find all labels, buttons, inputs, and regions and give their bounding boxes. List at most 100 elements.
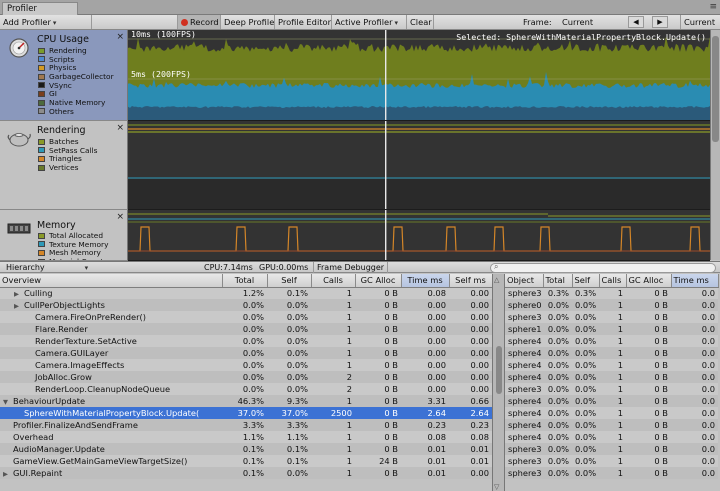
object-row[interactable]: sphere0 0.0% 0.0% 1 0 B 0.0 [505,299,718,311]
hierarchy-row[interactable]: ▶ GUI.Repaint 0.1% 0.0% 1 0 B 0.01 0.00 [0,467,492,479]
self-ms-cell: 0.00 [449,323,492,335]
object-row[interactable]: sphere3 0.0% 0.0% 1 0 B 0.0 [505,383,718,395]
object-row[interactable]: sphere1 0.0% 0.0% 1 0 B 0.0 [505,323,718,335]
object-name-cell: sphere3 [505,455,543,467]
close-icon[interactable]: × [116,32,124,42]
object-row[interactable]: sphere4 0.0% 0.0% 1 0 B 0.0 [505,419,718,431]
hierarchy-row[interactable]: JobAlloc.Grow 0.0% 0.0% 2 0 B 0.00 0.00 [0,371,492,383]
object-row[interactable]: sphere3 0.0% 0.0% 1 0 B 0.0 [505,443,718,455]
hierarchy-row[interactable]: GameView.GetMainGameViewTargetSize() 0.1%… [0,455,492,467]
object-time-ms-cell: 0.0 [671,347,718,359]
hierarchy-row[interactable]: ▶ Culling 1.2% 0.1% 1 0 B 0.08 0.00 [0,287,492,299]
modules-scrollbar-thumb[interactable] [712,36,719,142]
object-row[interactable]: sphere4 0.0% 0.0% 1 0 B 0.0 [505,371,718,383]
total-column-header[interactable]: Total [222,274,268,288]
self-column-header[interactable]: Self [267,274,312,288]
hierarchy-row[interactable]: AudioManager.Update 0.1% 0.1% 1 0 B 0.01 0.01 [0,443,492,455]
current-frame-button[interactable]: Current [680,15,718,29]
object-time-ms-cell: 0.0 [671,455,718,467]
memory-module[interactable]: Memory × Total Allocated Texture Memory Me… [0,210,128,261]
object-row[interactable]: sphere4 0.0% 0.0% 1 0 B 0.0 [505,335,718,347]
collapsed-arrow-icon[interactable]: ▶ [14,290,24,298]
object-time-ms-column-header[interactable]: Time ms [671,274,719,288]
cpu-usage-module[interactable]: CPU Usage × Rendering Scripts Physics Garba… [0,30,128,121]
object-gc-alloc-cell: 0 B [626,299,671,311]
object-row[interactable]: sphere4 0.0% 0.0% 1 0 B 0.0 [505,347,718,359]
total-cell: 0.0% [222,335,267,347]
collapsed-arrow-icon[interactable]: ▶ [14,302,24,310]
dropdown-arrow-icon: ▾ [394,19,399,27]
time-ms-cell: 0.01 [401,455,449,467]
legend-item[interactable]: Vertices [38,163,98,173]
view-mode-dropdown[interactable]: Hierarchy ▾ [6,262,88,274]
hierarchy-row[interactable]: Camera.GUILayer 0.0% 0.0% 1 0 B 0.00 0.00 [0,347,492,359]
object-row[interactable]: sphere4 0.0% 0.0% 1 0 B 0.0 [505,407,718,419]
gc-alloc-column-header[interactable]: GC Alloc [355,274,402,288]
hierarchy-row[interactable]: Camera.FireOnPreRender() 0.0% 0.0% 1 0 B 0.00… [0,311,492,323]
object-total-column-header[interactable]: Total [543,274,573,288]
modules-vertical-scrollbar[interactable] [710,30,720,260]
previous-frame-button[interactable]: ◀ [628,16,644,28]
gc-alloc-cell: 0 B [355,359,401,371]
object-column-header[interactable]: Object [505,274,544,288]
hierarchy-row[interactable]: Camera.ImageEffects 0.0% 0.0% 1 0 B 0.00 0.00 [0,359,492,371]
gpu-time-readout: GPU:0.00ms [259,263,309,272]
overview-column-header[interactable]: Overview [0,274,223,288]
object-row[interactable]: sphere4 0.0% 0.0% 1 0 B 0.0 [505,395,718,407]
calls-column-header[interactable]: Calls [311,274,356,288]
object-self-column-header[interactable]: Self [572,274,600,288]
collapsed-arrow-icon[interactable]: ▶ [3,470,13,478]
hierarchy-row[interactable]: ▼ BehaviourUpdate 46.3% 9.3% 1 0 B 3.31 0.66 [0,395,492,407]
search-input[interactable]: ⌕ [490,262,716,273]
hierarchy-row[interactable]: RenderLoop.CleanupNodeQueue 0.0% 0.0% 2 0 B0… [0,383,492,395]
legend-item[interactable]: Others [38,107,114,117]
hierarchy-row[interactable]: RenderTexture.SetActive 0.0% 0.0% 1 0 B 0.00 0… [0,335,492,347]
hierarchy-row[interactable]: ▶ CullPerObjectLights 0.0% 0.0% 1 0 B 0.00 0.00 [0,299,492,311]
record-button[interactable]: Record [178,15,221,29]
time-ms-column-header[interactable]: Time ms [401,274,450,288]
hierarchy-table[interactable]: Overview Total Self Calls GC Alloc Time … [0,274,493,479]
deep-profile-button[interactable]: Deep Profile [221,15,275,29]
next-frame-button[interactable]: ▶ [652,16,668,28]
object-row[interactable]: sphere3 0.0% 0.0% 1 0 B 0.0 [505,467,718,479]
cpu-module-title: CPU Usage [37,34,89,45]
object-calls-column-header[interactable]: Calls [599,274,627,288]
close-icon[interactable]: × [116,212,124,222]
hierarchy-scrollbar-thumb[interactable] [496,346,502,394]
sample-name: GUI.Repaint [13,468,63,478]
self-ms-cell: 0.00 [449,311,492,323]
hierarchy-vertical-scrollbar[interactable]: △ ▽ [492,274,505,491]
object-details-table[interactable]: Object Total Self Calls GC Alloc Time ms… [505,274,719,479]
hierarchy-row[interactable]: Overhead 1.1% 1.1% 1 0 B 0.08 0.08 [0,431,492,443]
object-row[interactable]: sphere3 0.3% 0.3% 1 0 B 0.0 [505,287,718,299]
clear-button[interactable]: Clear [407,15,434,29]
memory-chart[interactable] [128,210,710,261]
cpu-usage-chart[interactable]: 10ms (100FPS) 5ms (200FPS) Selected: Sph… [128,30,710,121]
window-menu-icon[interactable]: ≡ [709,2,716,12]
close-icon[interactable]: × [116,123,124,133]
profiler-tab[interactable]: Profiler [2,2,78,15]
hierarchy-row[interactable]: Profiler.FinalizeAndSendFrame 3.3% 3.3% 1 0 … [0,419,492,431]
object-row[interactable]: sphere3 0.0% 0.0% 1 0 B 0.0 [505,311,718,323]
object-row[interactable]: sphere4 0.0% 0.0% 1 0 B 0.0 [505,359,718,371]
profile-editor-button[interactable]: Profile Editor [275,15,332,29]
self-ms-column-header[interactable]: Self ms [449,274,493,288]
sample-name: RenderLoop.CleanupNodeQueue [35,384,171,394]
object-row[interactable]: sphere3 0.0% 0.0% 1 0 B 0.0 [505,455,718,467]
sample-name: Overhead [13,432,54,442]
add-profiler-dropdown[interactable]: Add Profiler ▾ [0,15,92,29]
active-profiler-dropdown[interactable]: Active Profiler ▾ [332,15,407,29]
expanded-arrow-icon[interactable]: ▼ [3,398,13,406]
self-ms-cell: 0.00 [449,347,492,359]
rendering-chart[interactable] [128,121,710,210]
rendering-module[interactable]: Rendering × Batches SetPass Calls Triangle… [0,121,128,210]
object-gc-alloc-column-header[interactable]: GC Alloc [626,274,672,288]
frame-debugger-button[interactable]: Frame Debugger [313,262,389,273]
scroll-up-icon[interactable]: △ [494,276,499,284]
legend-swatch [38,155,45,162]
gc-alloc-cell: 0 B [355,431,401,443]
scroll-down-icon[interactable]: ▽ [494,483,499,491]
hierarchy-row[interactable]: Flare.Render 0.0% 0.0% 1 0 B 0.00 0.00 [0,323,492,335]
hierarchy-row[interactable]: SphereWithMaterialPropertyBlock.Update(3… [0,407,492,419]
object-row[interactable]: sphere4 0.0% 0.0% 1 0 B 0.0 [505,431,718,443]
